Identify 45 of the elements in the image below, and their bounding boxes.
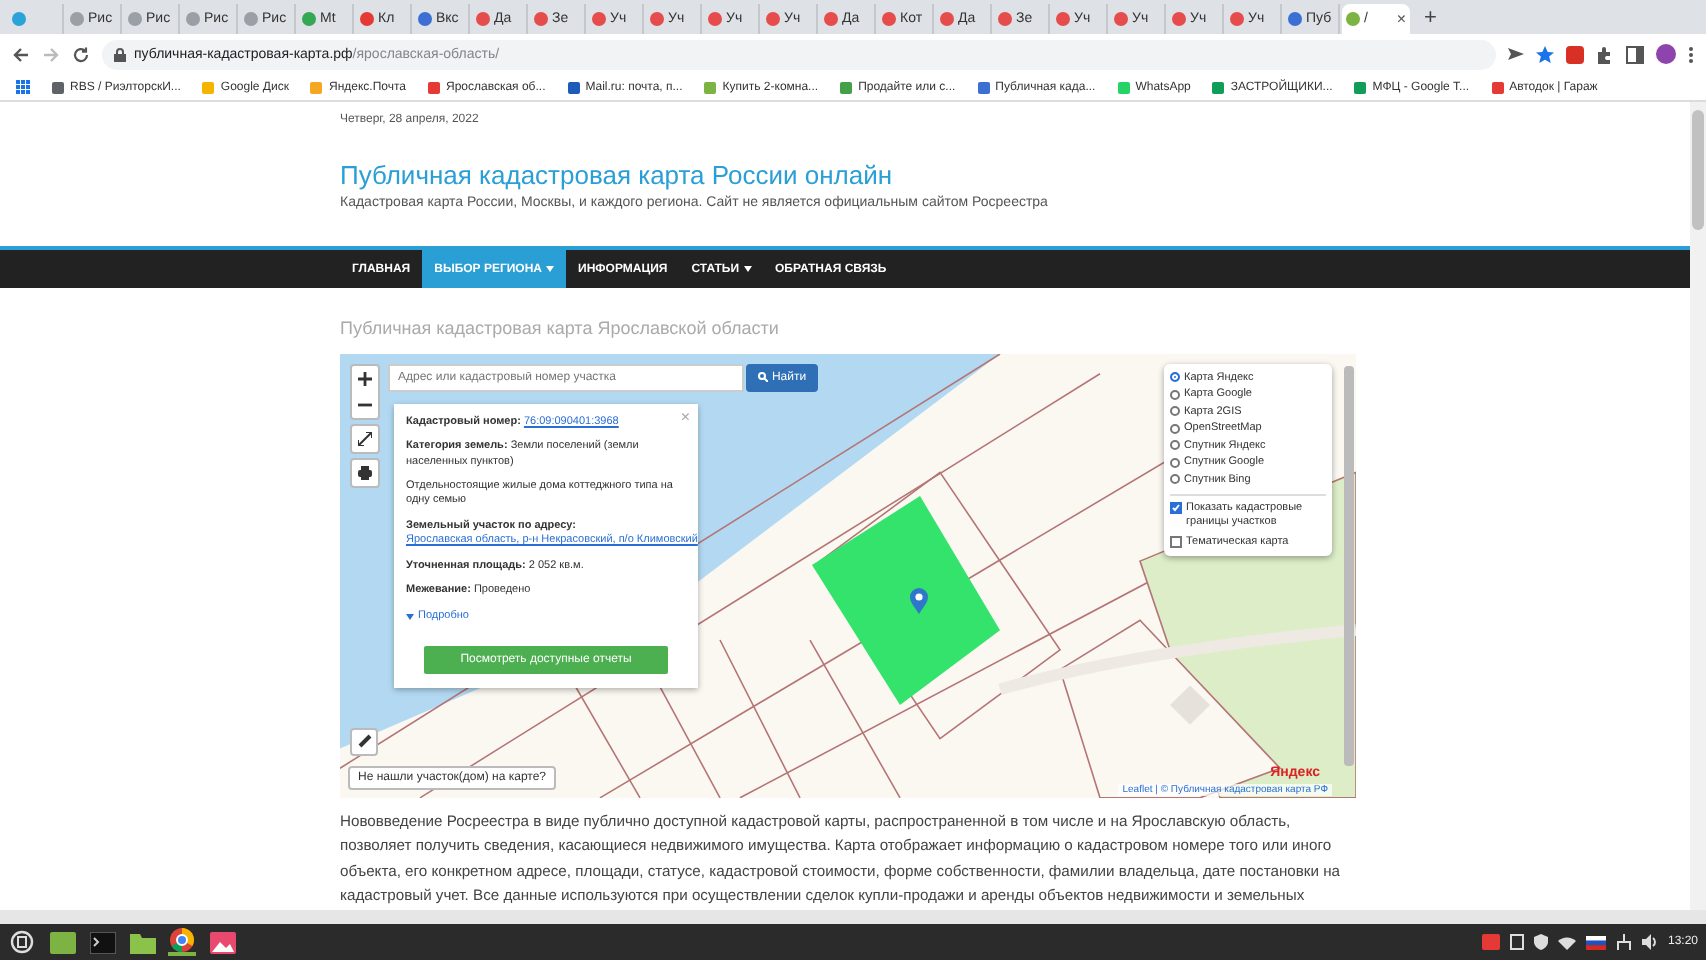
menu-icon[interactable] bbox=[1688, 45, 1694, 63]
files-icon[interactable] bbox=[49, 931, 75, 953]
radio-button[interactable] bbox=[1170, 440, 1180, 451]
tray-icon[interactable] bbox=[1481, 934, 1500, 950]
menu-icon[interactable] bbox=[10, 930, 34, 954]
radio-button[interactable] bbox=[1170, 474, 1180, 485]
caret-icon bbox=[743, 266, 752, 272]
radio-button[interactable] bbox=[1170, 372, 1180, 383]
share-icon[interactable] bbox=[1508, 46, 1524, 62]
map-pin-icon[interactable] bbox=[910, 587, 928, 614]
image-viewer-icon[interactable] bbox=[209, 931, 235, 953]
radio-button[interactable] bbox=[1170, 457, 1180, 468]
flag-icon[interactable] bbox=[1585, 935, 1606, 949]
browser-icon[interactable] bbox=[170, 928, 194, 952]
new-tab-button[interactable]: + bbox=[1424, 4, 1437, 34]
ruler-button[interactable] bbox=[350, 727, 378, 756]
back-icon[interactable] bbox=[12, 45, 30, 63]
volume-icon[interactable] bbox=[1641, 934, 1658, 950]
radio-button[interactable] bbox=[1170, 423, 1180, 434]
scrollbar[interactable] bbox=[1690, 102, 1706, 910]
terminal-icon[interactable] bbox=[89, 931, 115, 953]
lock-icon bbox=[114, 47, 126, 61]
scrollbar[interactable] bbox=[1344, 365, 1354, 766]
radio-button[interactable] bbox=[1170, 406, 1180, 417]
close-tab-button[interactable]: × bbox=[1396, 10, 1406, 28]
clipboard-icon[interactable] bbox=[1509, 934, 1524, 950]
folder-icon[interactable] bbox=[129, 931, 155, 953]
apps-grid-icon[interactable] bbox=[16, 80, 30, 94]
caret-icon bbox=[546, 266, 555, 272]
star-icon[interactable] bbox=[1536, 45, 1554, 63]
wifi-icon[interactable] bbox=[1557, 935, 1576, 949]
search-icon bbox=[757, 372, 768, 383]
shield-icon[interactable] bbox=[1533, 934, 1548, 950]
sidebar-icon[interactable] bbox=[1626, 45, 1644, 63]
puzzle-icon[interactable] bbox=[1596, 45, 1614, 63]
ruler-icon bbox=[357, 734, 371, 749]
reload-icon[interactable] bbox=[72, 45, 90, 63]
radio-button[interactable] bbox=[1170, 389, 1180, 400]
network-icon[interactable] bbox=[1615, 934, 1632, 950]
checkbox[interactable] bbox=[1170, 502, 1182, 515]
caret-icon bbox=[406, 613, 414, 620]
extension-icon[interactable] bbox=[1566, 45, 1584, 63]
avatar-icon[interactable] bbox=[1656, 44, 1676, 64]
page-heading: Публичная кадастровая карта Ярославской области bbox=[340, 317, 781, 338]
checkbox[interactable] bbox=[1170, 535, 1182, 547]
